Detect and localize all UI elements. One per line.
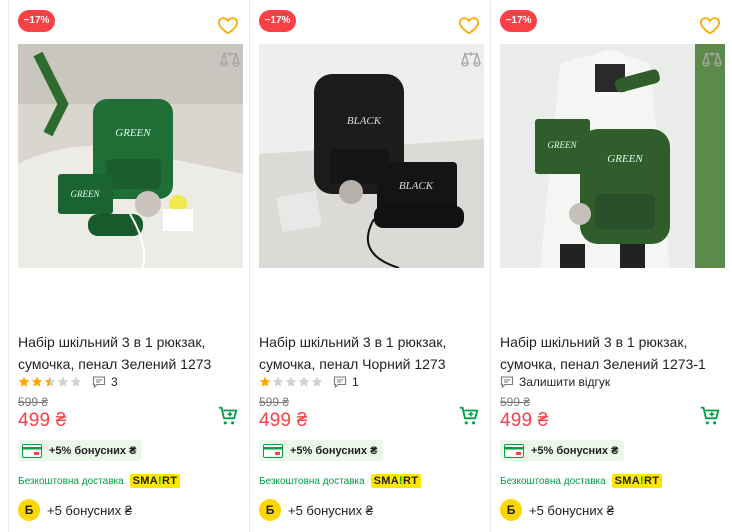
delivery-text: Безкоштовна доставка	[18, 475, 124, 487]
star-icon	[31, 376, 43, 387]
comment-icon	[92, 376, 106, 388]
heart-icon[interactable]	[699, 14, 721, 36]
svg-text:BLACK: BLACK	[399, 180, 434, 192]
free-delivery: Безкоштовна доставка SMA!RT	[259, 472, 422, 490]
comment-icon	[500, 376, 514, 388]
product-title[interactable]: Набір шкільний 3 в 1 рюкзак, сумочка, пе…	[259, 331, 484, 375]
free-delivery: Безкоштовна доставка SMA!RT	[18, 472, 181, 490]
delivery-text: Безкоштовна доставка	[259, 475, 365, 487]
rating-row: 3	[18, 374, 118, 390]
product-card: −17% BLACK BLACK Набір шкільний 3 в 1 рю…	[249, 0, 491, 532]
bonus-b-icon: Б	[18, 499, 40, 521]
svg-text:GREEN: GREEN	[115, 127, 151, 139]
bonus-row: Б +5 бонусних ₴	[18, 498, 132, 522]
compare-icon[interactable]	[459, 50, 483, 72]
discount-badge: −17%	[500, 10, 537, 32]
leave-review-link[interactable]: Залишити відгук	[519, 375, 610, 389]
cart-icon[interactable]	[699, 405, 721, 427]
bonus-row: Б +5 бонусних ₴	[259, 498, 373, 522]
smart-logo: SMA!RT	[611, 474, 663, 488]
delivery-text: Безкоштовна доставка	[500, 475, 606, 487]
bonus-b-icon: Б	[259, 499, 281, 521]
compare-icon[interactable]	[700, 50, 724, 72]
bonus-card-icon	[263, 443, 283, 458]
product-grid: −17% GREEN GREEN Набір шкільний 3 в 1 рю…	[0, 0, 732, 532]
star-icon	[311, 376, 323, 387]
product-image[interactable]: BLACK BLACK	[259, 44, 484, 268]
bonus-text: +5 бонусних ₴	[288, 502, 373, 518]
product-image[interactable]: GREEN GREEN	[500, 44, 725, 268]
svg-text:GREEN: GREEN	[548, 140, 578, 150]
star-icon	[259, 376, 271, 387]
star-icon	[285, 376, 297, 387]
rating-row: Залишити відгук	[500, 374, 610, 390]
product-title[interactable]: Набір шкільний 3 в 1 рюкзак, сумочка, пе…	[18, 331, 243, 375]
cart-icon[interactable]	[217, 405, 239, 427]
product-title[interactable]: Набір шкільний 3 в 1 рюкзак, сумочка, пе…	[500, 331, 725, 375]
comment-icon	[333, 376, 347, 388]
reviews-count[interactable]: 1	[352, 375, 359, 389]
svg-text:GREEN: GREEN	[71, 189, 101, 199]
star-icon	[298, 376, 310, 387]
star-icon	[18, 376, 30, 387]
bonus-card-pill: +5% бонусних ₴	[500, 440, 625, 461]
svg-text:BLACK: BLACK	[347, 115, 382, 127]
bonus-row: Б +5 бонусних ₴	[500, 498, 614, 522]
bonus-b-icon: Б	[500, 499, 522, 521]
product-card: −17% GREEN GREEN Набір шкільний 3 в 1 рю…	[490, 0, 732, 532]
star-icon	[272, 376, 284, 387]
rating-row: 1	[259, 374, 359, 390]
bonus-text: +5 бонусних ₴	[529, 502, 614, 518]
star-icon	[57, 376, 69, 387]
star-icon	[44, 376, 56, 387]
price: 499 ₴	[259, 410, 308, 431]
star-rating	[18, 376, 82, 388]
heart-icon[interactable]	[458, 14, 480, 36]
product-card: −17% GREEN GREEN Набір шкільний 3 в 1 рю…	[8, 0, 250, 532]
svg-text:GREEN: GREEN	[607, 153, 643, 165]
bonus-pill-text: +5% бонусних ₴	[49, 444, 137, 457]
star-icon	[70, 376, 82, 387]
price: 499 ₴	[500, 410, 549, 431]
old-price: 599 ₴	[500, 395, 531, 409]
smart-logo: SMA!RT	[370, 474, 422, 488]
smart-logo: SMA!RT	[129, 474, 181, 488]
bonus-card-icon	[22, 443, 42, 458]
reviews-count[interactable]: 3	[111, 375, 118, 389]
product-image[interactable]: GREEN GREEN	[18, 44, 243, 268]
price: 499 ₴	[18, 410, 67, 431]
cart-icon[interactable]	[458, 405, 480, 427]
heart-icon[interactable]	[217, 14, 239, 36]
bonus-card-pill: +5% бонусних ₴	[259, 440, 384, 461]
bonus-text: +5 бонусних ₴	[47, 502, 132, 518]
compare-icon[interactable]	[218, 50, 242, 72]
bonus-pill-text: +5% бонусних ₴	[531, 444, 619, 457]
bonus-card-icon	[504, 443, 524, 458]
old-price: 599 ₴	[259, 395, 290, 409]
bonus-pill-text: +5% бонусних ₴	[290, 444, 378, 457]
bonus-card-pill: +5% бонусних ₴	[18, 440, 143, 461]
free-delivery: Безкоштовна доставка SMA!RT	[500, 472, 663, 490]
discount-badge: −17%	[18, 10, 55, 32]
discount-badge: −17%	[259, 10, 296, 32]
star-rating	[259, 376, 323, 388]
old-price: 599 ₴	[18, 395, 49, 409]
